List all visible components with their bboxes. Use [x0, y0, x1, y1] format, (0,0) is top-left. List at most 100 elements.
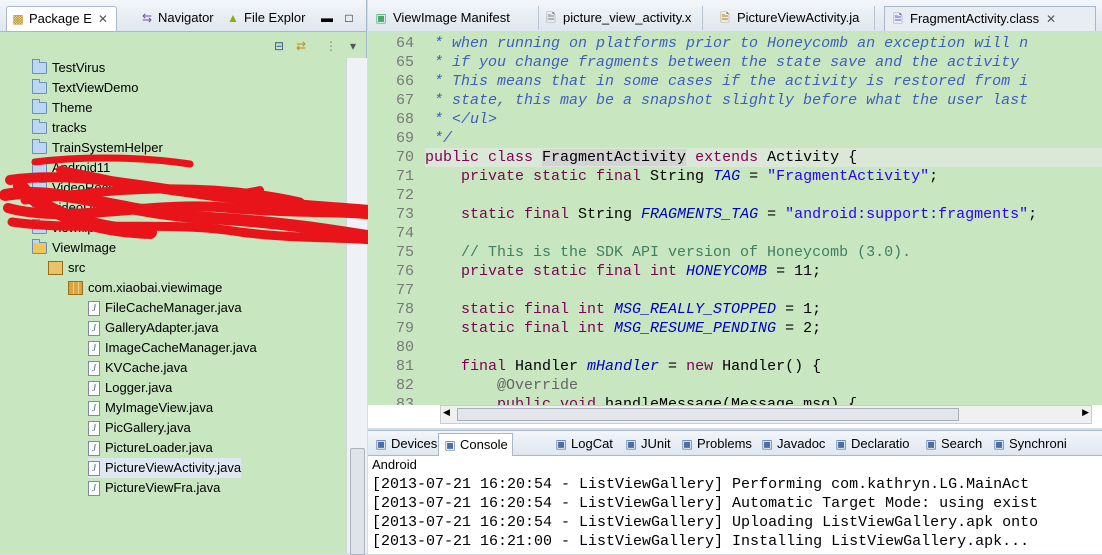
tree-item-label: PictureViewActivity.java [105, 460, 242, 475]
folder-icon [32, 199, 47, 214]
tab-junit[interactable]: ▣ JUnit [620, 433, 675, 455]
tab-package-explorer[interactable]: ▩ Package E ✕ [6, 6, 117, 31]
line-number: 72 [395, 187, 414, 204]
tab-label: File Explor [244, 10, 306, 25]
code-line[interactable]: @Override [425, 376, 1102, 395]
tab-label: Devices [391, 436, 438, 451]
project-tree: TestVirus TextViewDemo Theme tracks TrainSys… [0, 58, 346, 553]
tab-picture-view-xml[interactable]: 🗎 picture_view_activity.x [538, 6, 703, 30]
tree-item[interactable]: tracks [32, 118, 87, 138]
code-token: * This means that in some cases if the a… [425, 73, 1029, 90]
tree-item[interactable]: J GalleryAdapter.java [88, 318, 218, 338]
junit-icon: ▣ [625, 437, 637, 451]
view-menu-chevron-icon[interactable]: ▾ [346, 39, 360, 53]
scrollbar-thumb[interactable] [457, 408, 959, 421]
code-line[interactable] [425, 224, 1102, 243]
line-number: 75 [395, 244, 414, 261]
line-number: 83 [395, 396, 414, 405]
code-line[interactable]: // This is the SDK API version of Honeyc… [425, 243, 1102, 262]
scroll-left-arrow-icon[interactable]: ◀ [443, 407, 450, 418]
tree-item[interactable]: J PictureViewActivity.java [88, 458, 242, 478]
tab-javadoc[interactable]: ▣ Javadoc [756, 433, 829, 455]
problems-icon: ▣ [681, 437, 693, 451]
tree-item[interactable]: src [48, 258, 85, 278]
code-line[interactable]: * when running on platforms prior to Hon… [425, 34, 1102, 53]
xml-icon: 🗎 [546, 11, 556, 25]
code-area[interactable]: 64 * when running on platforms prior to … [368, 31, 1102, 405]
tree-item[interactable]: com.xiaobai.viewimage [68, 278, 222, 298]
tree-item[interactable]: J KVCache.java [88, 358, 187, 378]
scrollbar-thumb[interactable] [350, 448, 365, 555]
close-icon[interactable]: ✕ [1044, 12, 1058, 26]
tree-item[interactable]: TrainSystemHelper [32, 138, 163, 158]
tree-item[interactable]: Android11 [32, 158, 110, 178]
tree-item[interactable]: TextViewDemo [32, 78, 138, 98]
code-line[interactable] [425, 338, 1102, 357]
tab-devices[interactable]: ▣ Devices [370, 433, 441, 455]
tree-item[interactable]: TestVirus [32, 58, 105, 78]
collapse-all-icon[interactable]: ⊟ [272, 39, 286, 53]
package-explorer-icon: ▩ [12, 12, 24, 26]
minimize-button[interactable]: ▬ [316, 6, 340, 30]
tab-search[interactable]: ▣ Search [920, 433, 986, 455]
tab-fragmentactivity-class[interactable]: 🗎 FragmentActivity.class ✕ [884, 6, 1096, 31]
code-line[interactable]: static final int MSG_RESUME_PENDING = 2; [425, 319, 1102, 338]
tab-synchroni[interactable]: ▣ Synchroni [988, 433, 1071, 455]
code-token: ; [929, 168, 939, 185]
tree-scrollbar[interactable] [346, 58, 367, 555]
code-line[interactable]: public void handleMessage(Message msg) { [425, 395, 1102, 405]
code-line[interactable]: * state, this may be a snapshot slightly… [425, 91, 1102, 110]
maximize-button[interactable]: □ [338, 6, 362, 30]
tab-declaratio[interactable]: ▣ Declaratio [830, 433, 914, 455]
tree-item[interactable]: J PictureViewFra.java [88, 478, 220, 498]
tree-item[interactable]: J FileCacheManager.java [88, 298, 242, 318]
synchronize-icon: ▣ [993, 437, 1005, 451]
tree-item[interactable]: Theme [32, 98, 92, 118]
tree-item[interactable]: VideoRecoder [32, 178, 134, 198]
code-line[interactable]: private static final int HONEYCOMB = 11; [425, 262, 1102, 281]
explorer-tab-bar: ▩ Package E ✕ ⇆ Navigator ▲ File Explor … [0, 0, 366, 32]
tab-pictureviewactivity-java[interactable]: 🗎 PictureViewActivity.ja [712, 6, 875, 30]
tree-item[interactable]: J PictureLoader.java [88, 438, 213, 458]
tree-item[interactable]: videoUpload [32, 198, 124, 218]
tab-navigator[interactable]: ⇆ Navigator [136, 6, 220, 30]
code-token: = 2; [776, 320, 822, 337]
code-line[interactable]: * </ul> [425, 110, 1102, 129]
code-token: handleMessage(Message msg) { [605, 396, 858, 405]
tab-file-explorer[interactable]: ▲ File Explor [222, 6, 311, 30]
code-token: = [659, 358, 687, 375]
close-icon[interactable]: ✕ [96, 12, 110, 26]
tree-item[interactable]: J ImageCacheManager.java [88, 338, 257, 358]
tab-viewimage-manifest[interactable]: ▣ ViewImage Manifest [368, 6, 539, 30]
tree-item[interactable]: J MyImageView.java [88, 398, 213, 418]
code-line[interactable]: static final String FRAGMENTS_TAG = "and… [425, 205, 1102, 224]
scroll-right-arrow-icon[interactable]: ▶ [1082, 407, 1089, 418]
editor-horizontal-scrollbar[interactable]: ◀ ▶ [440, 405, 1092, 424]
code-line[interactable] [425, 281, 1102, 300]
console-line: [2013-07-21 16:20:54 - ListViewGallery] … [372, 514, 1039, 531]
folder-icon [32, 79, 47, 94]
tree-item[interactable]: viewflip [32, 218, 95, 238]
code-line[interactable]: final Handler mHandler = new Handler() { [425, 357, 1102, 376]
tab-logcat[interactable]: ▣ LogCat [550, 433, 617, 455]
tree-item-label: videoUpload [52, 200, 125, 215]
code-line[interactable]: */ [425, 129, 1102, 148]
tab-console[interactable]: ▣ Console [438, 433, 513, 456]
tab-problems[interactable]: ▣ Problems [676, 433, 756, 455]
console-line: [2013-07-21 16:20:54 - ListViewGallery] … [372, 495, 1039, 512]
view-menu-dots-icon[interactable]: ⋮ [324, 39, 338, 53]
link-with-editor-icon[interactable]: ⇄ [294, 39, 308, 53]
tree-item[interactable]: J Logger.java [88, 378, 172, 398]
minimize-icon: ▬ [321, 11, 333, 25]
tab-label: Search [941, 436, 983, 451]
line-number: 82 [395, 377, 414, 394]
code-line[interactable]: * if you change fragments between the st… [425, 53, 1102, 72]
code-line[interactable]: private static final String TAG = "Fragm… [425, 167, 1102, 186]
code-line[interactable]: * This means that in some cases if the a… [425, 72, 1102, 91]
code-line[interactable]: public class FragmentActivity extends Ac… [425, 148, 1102, 167]
code-line[interactable] [425, 186, 1102, 205]
tree-item[interactable]: J PicGallery.java [88, 418, 191, 438]
code-line[interactable]: static final int MSG_REALLY_STOPPED = 1; [425, 300, 1102, 319]
folder-icon [32, 179, 47, 194]
tree-item[interactable]: ViewImage [32, 238, 116, 258]
